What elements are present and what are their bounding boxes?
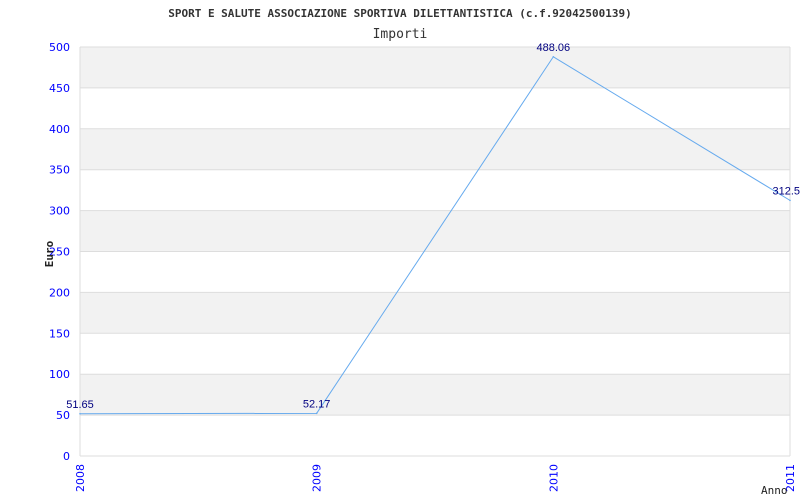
y-tick-label: 200 — [49, 286, 70, 299]
data-point — [315, 412, 318, 415]
x-tick-label: 2008 — [74, 464, 87, 492]
y-tick-label: 350 — [49, 164, 70, 177]
y-tick-label: 150 — [49, 327, 70, 340]
data-point — [789, 199, 791, 202]
x-axis-label: Anno — [761, 484, 788, 497]
grid-band — [80, 374, 790, 416]
grid-band — [80, 251, 790, 293]
y-tick-label: 300 — [49, 205, 70, 218]
grid-band — [80, 87, 790, 129]
y-tick-label: 0 — [63, 450, 70, 463]
grid-band — [80, 128, 790, 170]
grid-band — [80, 333, 790, 375]
data-label: 312.5 — [772, 185, 800, 197]
data-label: 52.17 — [303, 398, 331, 410]
y-tick-label: 500 — [49, 41, 70, 54]
data-point — [552, 55, 555, 58]
y-tick-label: 400 — [49, 123, 70, 136]
line-chart: SPORT E SALUTE ASSOCIAZIONE SPORTIVA DIL… — [43, 7, 800, 497]
data-label: 51.65 — [66, 399, 94, 411]
y-axis-label: Euro — [43, 240, 56, 267]
x-tick-label: 2010 — [547, 464, 560, 492]
data-point — [79, 412, 81, 415]
grid-band — [80, 415, 790, 456]
data-label: 488.06 — [537, 42, 571, 54]
grid-band — [80, 169, 790, 211]
y-tick-label: 450 — [49, 82, 70, 95]
grid-band — [80, 292, 790, 334]
chart-title: SPORT E SALUTE ASSOCIAZIONE SPORTIVA DIL… — [168, 7, 632, 20]
grid-band — [80, 47, 790, 88]
chart-subtitle: Importi — [373, 27, 428, 42]
grid-band — [80, 210, 790, 252]
x-tick-label: 2009 — [311, 464, 324, 492]
y-tick-label: 100 — [49, 368, 70, 381]
y-tick-label: 50 — [56, 409, 70, 422]
